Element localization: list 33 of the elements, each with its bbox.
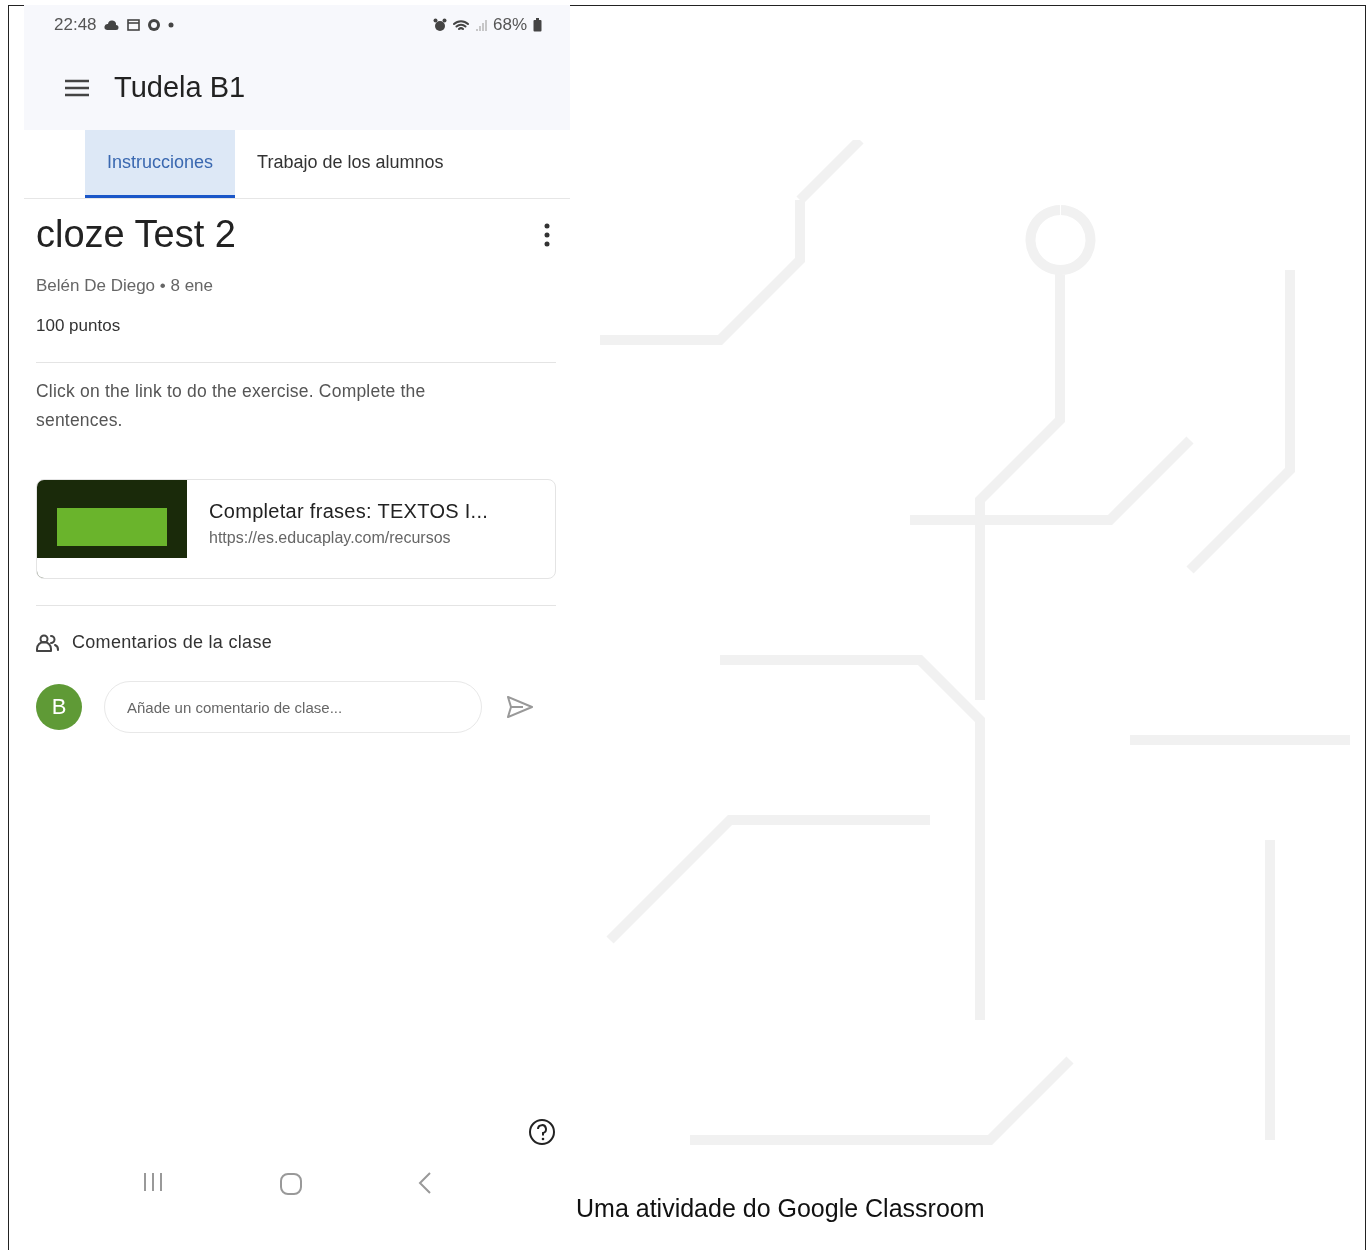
recent-apps-icon xyxy=(141,1172,164,1192)
tab[interactable]: Instrucciones xyxy=(85,130,236,198)
clock-time: 22:48 xyxy=(54,15,97,35)
instructions-text: Click on the link to do the exercise. Complete the sentences. xyxy=(36,380,427,432)
attachment-title: Completar frases: TEXTOS I... xyxy=(209,500,489,523)
assignment-title: cloze Test 2 xyxy=(36,213,236,256)
menu-icon xyxy=(64,78,90,97)
wifi-icon xyxy=(452,18,469,32)
cloud-icon xyxy=(103,20,120,30)
send-icon xyxy=(506,695,534,719)
comments-heading: Comentarios de la clase xyxy=(72,632,272,653)
slide-caption: Uma atividade do Google Classroom xyxy=(576,1194,985,1223)
class-title: Tudela B1 xyxy=(114,71,246,104)
battery-icon xyxy=(533,18,542,32)
more-icon xyxy=(544,222,550,247)
points: 100 puntos xyxy=(36,316,122,336)
circle-icon xyxy=(146,18,161,32)
help-icon xyxy=(528,1118,556,1146)
battery-level: 68% xyxy=(492,15,527,35)
people-icon xyxy=(36,633,60,652)
back-icon xyxy=(418,1172,433,1194)
dot-icon xyxy=(167,22,174,28)
tab[interactable]: Trabajo de los alumnos xyxy=(235,130,466,198)
home-icon xyxy=(279,1172,303,1196)
author-date: Belén De Diego • 8 ene xyxy=(36,276,214,296)
attachment-url: https://es.educaplay.com/recursos xyxy=(209,529,452,547)
alarm-icon xyxy=(432,18,447,32)
calendar-icon xyxy=(126,19,140,31)
user-avatar: B xyxy=(36,684,82,730)
signal-icon xyxy=(474,18,487,32)
link-attachment-card[interactable]: Completar frases: TEXTOS I... https://es.educaplay.com/recursos xyxy=(36,479,556,579)
comment-input-field[interactable]: Añade un comentario de clase... xyxy=(104,681,482,733)
send-button[interactable] xyxy=(504,693,536,721)
